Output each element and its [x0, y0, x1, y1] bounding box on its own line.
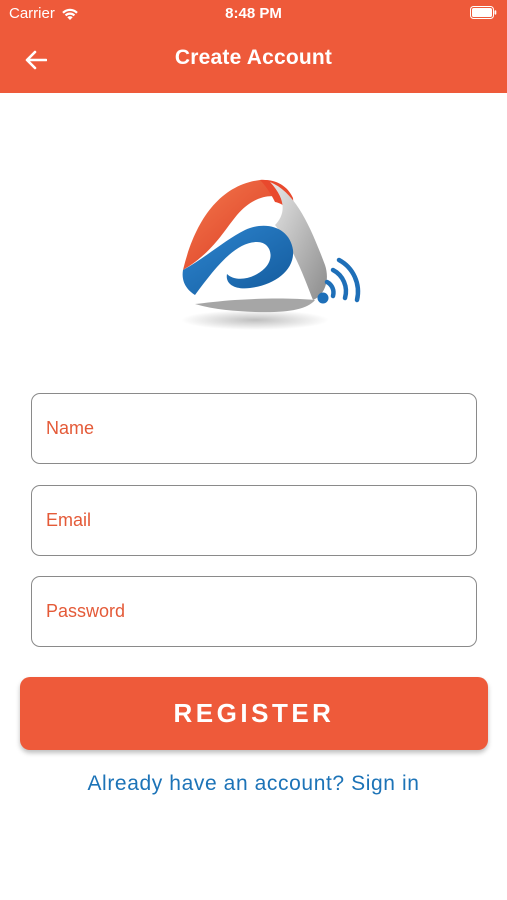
battery-icon	[470, 6, 497, 19]
email-input[interactable]	[32, 486, 476, 555]
sign-in-link[interactable]: Already have an account? Sign in	[0, 772, 507, 796]
email-field[interactable]	[31, 485, 477, 556]
header: Carrier 8:48 PM Create Account	[0, 0, 507, 93]
password-input[interactable]	[32, 577, 476, 646]
navigation-bar: Create Account	[0, 28, 507, 93]
app-logo	[181, 179, 361, 330]
name-field[interactable]	[31, 393, 477, 464]
create-account-screen: Carrier 8:48 PM Create Account Name Emai…	[0, 0, 507, 900]
status-bar: Carrier 8:48 PM	[0, 0, 507, 28]
page-title: Create Account	[174, 46, 333, 69]
name-input[interactable]	[32, 394, 476, 463]
password-field[interactable]	[31, 576, 477, 647]
status-time: 8:48 PM	[225, 5, 282, 22]
register-button[interactable]: REGISTER	[20, 677, 488, 750]
